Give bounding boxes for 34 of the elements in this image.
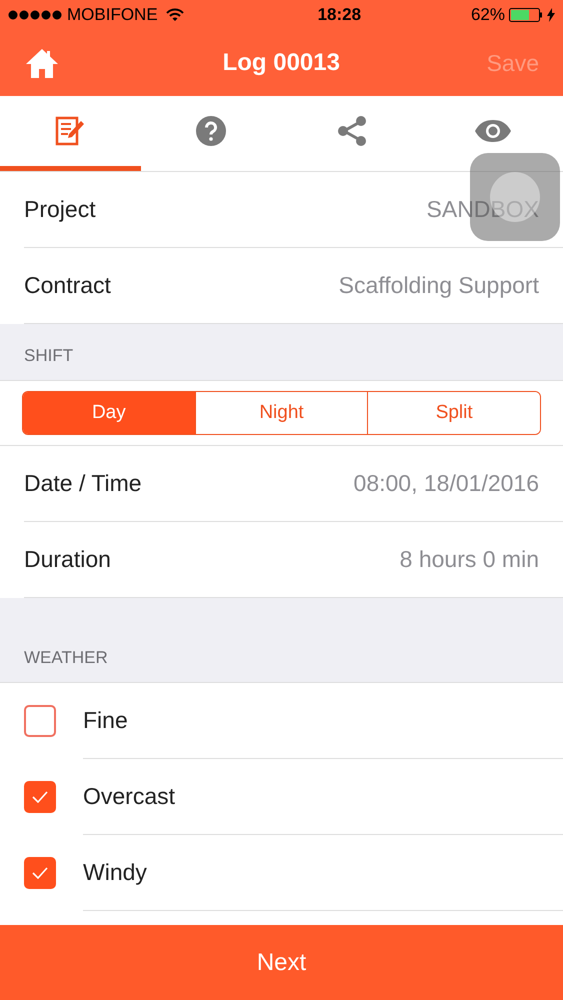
share-icon <box>336 115 367 147</box>
checkbox[interactable] <box>24 781 56 813</box>
charging-icon <box>547 8 555 22</box>
row-label: Duration <box>24 545 111 574</box>
battery-percent: 62% <box>470 4 505 26</box>
form-edit-icon <box>54 115 86 147</box>
signal-icon <box>8 10 63 20</box>
segment[interactable]: Day <box>23 392 195 434</box>
carrier-name: MOBIFONE <box>67 4 158 26</box>
help-icon <box>195 115 228 147</box>
row-label: Contract <box>24 271 111 300</box>
eye-icon <box>474 119 512 143</box>
clock-time: 18:28 <box>316 4 362 26</box>
next-button[interactable]: Next <box>0 925 563 1000</box>
checkbox-label: Overcast <box>83 782 176 812</box>
wifi-icon <box>166 8 184 22</box>
checkbox-label: Fine <box>83 706 128 736</box>
row-value[interactable]: Scaffolding Support <box>338 268 539 303</box>
checkbox-label: Windy <box>83 858 147 888</box>
check-icon <box>32 867 48 879</box>
home-icon <box>24 47 60 79</box>
segment[interactable]: Split <box>367 392 540 434</box>
section-title: WEATHER <box>24 646 108 668</box>
row-label: Date / Time <box>24 469 142 498</box>
row-value[interactable]: 08:00, 18/01/2016 <box>354 466 539 501</box>
check-icon <box>32 791 48 803</box>
section-title: SHIFT <box>24 344 74 366</box>
battery-icon <box>509 8 543 22</box>
home-button[interactable] <box>24 47 60 79</box>
row-label: Project <box>24 195 96 224</box>
row-value[interactable]: 8 hours 0 min <box>400 542 539 577</box>
checkbox[interactable] <box>24 705 56 737</box>
screen-title: Log 00013 <box>222 48 341 78</box>
checkbox[interactable] <box>24 857 56 889</box>
